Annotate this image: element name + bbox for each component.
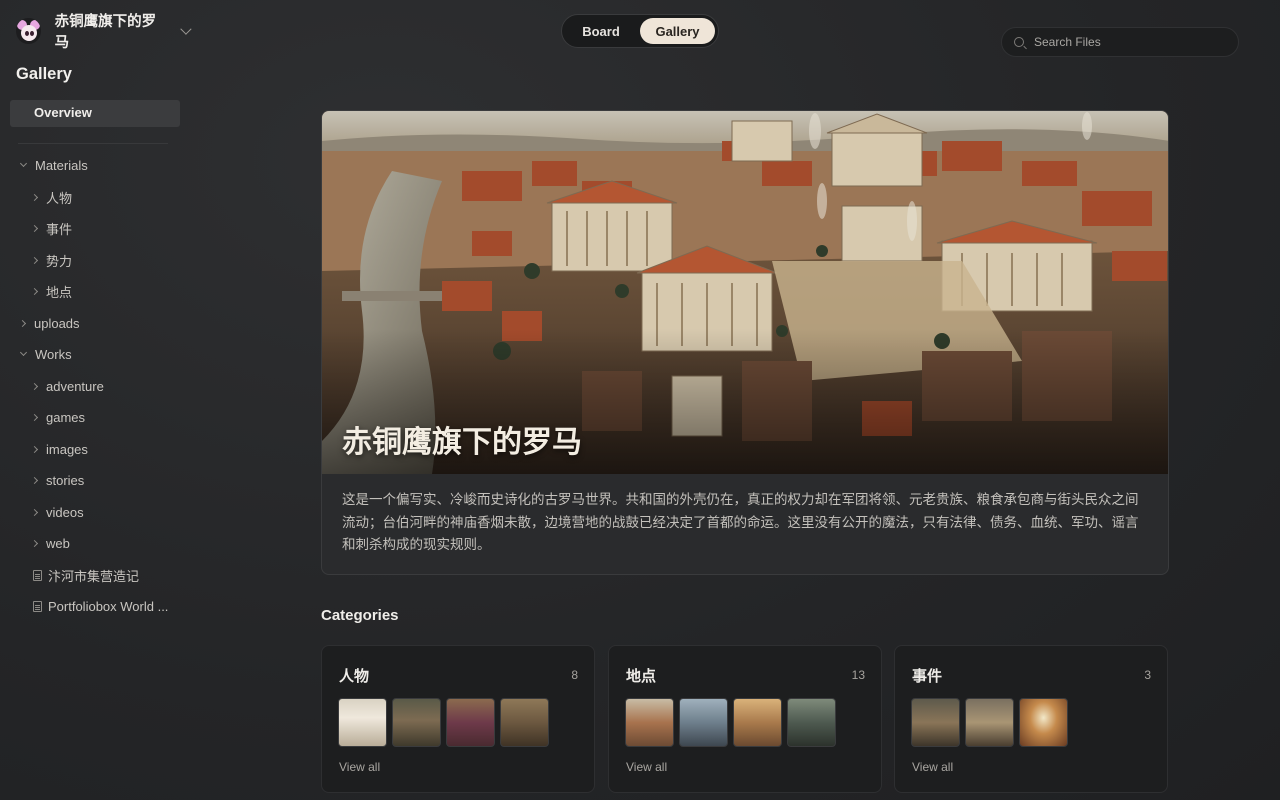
tree-label: uploads — [34, 315, 80, 331]
category-name: 人物 — [339, 668, 370, 685]
tree-folder-videos[interactable]: videos — [30, 503, 84, 521]
category-card-events[interactable]: 事件 3 View all — [894, 645, 1168, 793]
search-box[interactable] — [1001, 27, 1239, 57]
view-all-link[interactable]: View all — [626, 760, 667, 774]
sidebar-title: Gallery — [16, 65, 72, 83]
tree-folder-events[interactable]: 事件 — [30, 219, 73, 237]
tree-folder-stories[interactable]: stories — [30, 471, 85, 489]
tree-label: images — [46, 441, 88, 457]
tree-folder-adventure[interactable]: adventure — [30, 377, 104, 395]
chevron-down-icon — [19, 159, 28, 168]
tree-label: 事件 — [46, 221, 73, 237]
tree-file-portfoliobox[interactable]: Portfoliobox World ... — [33, 597, 168, 615]
file-icon — [33, 569, 42, 581]
workspace-switcher[interactable]: 赤铜鹰旗下的罗马 — [16, 14, 192, 51]
chevron-right-icon — [30, 413, 39, 421]
tree-label: Works — [35, 346, 72, 362]
category-card-places[interactable]: 地点 13 View all — [608, 645, 882, 793]
chevron-right-icon — [30, 287, 39, 295]
thumbnail[interactable] — [338, 698, 387, 747]
view-all-link[interactable]: View all — [339, 760, 380, 774]
thumbnail[interactable] — [679, 698, 728, 747]
toggle-board[interactable]: Board — [566, 18, 636, 44]
tree-folder-web[interactable]: web — [30, 534, 70, 552]
tree-folder-materials[interactable]: Materials — [19, 156, 88, 174]
thumbnail[interactable] — [500, 698, 549, 747]
tree-label: 地点 — [46, 284, 73, 300]
chevron-right-icon — [30, 539, 39, 547]
tree-label: videos — [46, 504, 84, 520]
tree-label: Materials — [35, 157, 88, 173]
tree-folder-games[interactable]: games — [30, 408, 86, 426]
category-count: 13 — [851, 668, 865, 682]
tree-folder-places[interactable]: 地点 — [30, 282, 73, 300]
chevron-down-icon — [19, 348, 28, 357]
category-card-people[interactable]: 人物 8 View all — [321, 645, 595, 793]
category-name: 地点 — [626, 668, 657, 685]
tree-label: stories — [46, 472, 85, 488]
hero-description: 这是一个偏写实、冷峻而史诗化的古罗马世界。共和国的外壳仍在，真正的权力却在军团将… — [342, 492, 1139, 552]
category-name: 事件 — [912, 668, 943, 685]
tree-folder-uploads[interactable]: uploads — [18, 314, 80, 332]
tree-folder-factions[interactable]: 势力 — [30, 251, 73, 269]
chevron-right-icon — [30, 508, 39, 516]
tree-label: 汴河市集营造记 — [48, 568, 140, 584]
view-toggle: Board Gallery — [561, 14, 719, 48]
sidebar: 赤铜鹰旗下的罗马 Gallery Overview Materials 人物 事… — [0, 0, 192, 800]
categories-heading: Categories — [321, 607, 399, 624]
category-count: 3 — [1144, 668, 1151, 682]
workspace-logo-icon — [16, 18, 41, 44]
hero-image: 赤铜鹰旗下的罗马 — [322, 111, 1168, 474]
tree-label: web — [46, 535, 70, 551]
chevron-right-icon — [30, 445, 39, 453]
tree-label: adventure — [46, 378, 104, 394]
tree-file-bianhe[interactable]: 汴河市集营造记 — [33, 566, 139, 584]
tree-label: 势力 — [46, 253, 73, 269]
chevron-right-icon — [30, 476, 39, 484]
thumbnail[interactable] — [787, 698, 836, 747]
view-all-link[interactable]: View all — [912, 760, 953, 774]
search-icon — [1014, 37, 1024, 47]
category-count: 8 — [571, 668, 578, 682]
thumbnail[interactable] — [446, 698, 495, 747]
toggle-gallery[interactable]: Gallery — [640, 18, 715, 44]
thumbnail[interactable] — [392, 698, 441, 747]
tree-label: 人物 — [46, 190, 73, 206]
thumbnail[interactable] — [625, 698, 674, 747]
thumbnail[interactable] — [965, 698, 1014, 747]
tree-label: games — [46, 409, 86, 425]
tree-folder-works[interactable]: Works — [19, 345, 72, 363]
hero-card: 赤铜鹰旗下的罗马 这是一个偏写实、冷峻而史诗化的古罗马世界。共和国的外壳仍在，真… — [321, 110, 1169, 575]
tree-folder-people[interactable]: 人物 — [30, 188, 73, 206]
divider — [18, 143, 168, 144]
thumbnail[interactable] — [1019, 698, 1068, 747]
file-icon — [33, 600, 42, 612]
sidebar-item-overview[interactable]: Overview — [10, 100, 180, 127]
chevron-right-icon — [30, 382, 39, 390]
search-input[interactable] — [1034, 35, 1224, 49]
workspace-name: 赤铜鹰旗下的罗马 — [54, 14, 157, 51]
thumbnail[interactable] — [911, 698, 960, 747]
chevron-right-icon — [30, 256, 39, 264]
chevron-right-icon — [30, 224, 39, 232]
chevron-right-icon — [30, 193, 39, 201]
chevron-right-icon — [18, 319, 27, 327]
tree-folder-images[interactable]: images — [30, 440, 88, 458]
tree-label: Portfoliobox World ... — [48, 598, 169, 614]
thumbnail[interactable] — [733, 698, 782, 747]
hero-title: 赤铜鹰旗下的罗马 — [342, 426, 582, 459]
chevron-down-icon[interactable] — [180, 23, 192, 35]
